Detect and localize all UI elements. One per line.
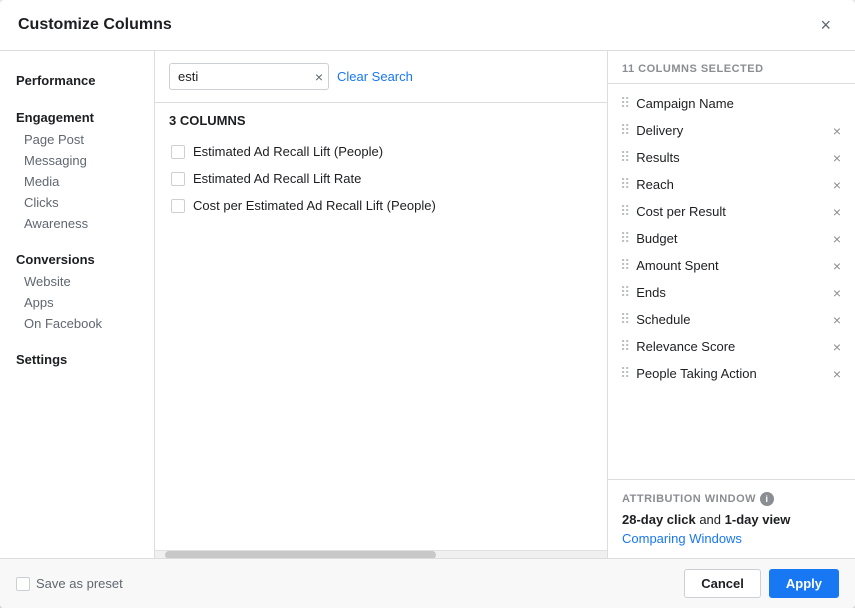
- sidebar-item-apps[interactable]: Apps: [0, 292, 154, 313]
- sidebar-section-engagement[interactable]: Engagement: [0, 104, 154, 129]
- column-checkbox-1[interactable]: [171, 172, 185, 186]
- search-input-wrapper: ×: [169, 63, 329, 90]
- remove-button-9[interactable]: ×: [831, 340, 843, 354]
- close-button[interactable]: ×: [814, 14, 837, 36]
- remove-button-3[interactable]: ×: [831, 178, 843, 192]
- info-icon[interactable]: i: [760, 492, 774, 506]
- list-item: Estimated Ad Recall Lift (People): [169, 138, 593, 165]
- sidebar-item-on-facebook[interactable]: On Facebook: [0, 313, 154, 334]
- attribution-and-text: and: [696, 512, 725, 527]
- selected-item-10: ⠿ People Taking Action ×: [608, 360, 855, 387]
- attribution-header-label: ATTRIBUTION WINDOW: [622, 493, 756, 505]
- sidebar-item-page-post[interactable]: Page Post: [0, 129, 154, 150]
- selected-item-8: ⠿ Schedule ×: [608, 306, 855, 333]
- selected-item-3: ⠿ Reach ×: [608, 171, 855, 198]
- horizontal-scrollbar[interactable]: [155, 550, 607, 558]
- drag-handle-icon[interactable]: ⠿: [620, 257, 630, 274]
- selected-item-5: ⠿ Budget ×: [608, 225, 855, 252]
- modal-footer: Save as preset Cancel Apply: [0, 558, 855, 608]
- right-panel: 11 COLUMNS SELECTED ⠿ Campaign Name ⠿ De…: [607, 51, 855, 558]
- save-preset-label: Save as preset: [36, 576, 123, 591]
- scrollbar-thumb: [165, 551, 436, 558]
- sidebar-section-conversions[interactable]: Conversions: [0, 246, 154, 271]
- attribution-click-text: 28-day click: [622, 512, 696, 527]
- column-checkbox-2[interactable]: [171, 199, 185, 213]
- selected-item-label-1: Delivery: [636, 123, 825, 138]
- footer-buttons: Cancel Apply: [684, 569, 839, 598]
- selected-item-6: ⠿ Amount Spent ×: [608, 252, 855, 279]
- selected-item-2: ⠿ Results ×: [608, 144, 855, 171]
- attribution-view-text: 1-day view: [725, 512, 791, 527]
- selected-item-label-7: Ends: [636, 285, 825, 300]
- selected-list: ⠿ Campaign Name ⠿ Delivery × ⠿ Results ×…: [608, 84, 855, 479]
- comparing-windows-link[interactable]: Comparing Windows: [622, 531, 742, 546]
- save-preset-area: Save as preset: [16, 576, 123, 591]
- selected-item-7: ⠿ Ends ×: [608, 279, 855, 306]
- save-preset-checkbox[interactable]: [16, 577, 30, 591]
- drag-handle-icon[interactable]: ⠿: [620, 365, 630, 382]
- modal-body: Performance Engagement Page Post Messagi…: [0, 51, 855, 558]
- clear-icon[interactable]: ×: [315, 70, 323, 84]
- selected-item-9: ⠿ Relevance Score ×: [608, 333, 855, 360]
- selected-item-label-2: Results: [636, 150, 825, 165]
- selected-item-label-10: People Taking Action: [636, 366, 825, 381]
- selected-item-label-3: Reach: [636, 177, 825, 192]
- selected-item-label-8: Schedule: [636, 312, 825, 327]
- drag-handle-icon[interactable]: ⠿: [620, 338, 630, 355]
- attribution-text: 28-day click and 1-day view: [622, 512, 841, 527]
- selected-item-4: ⠿ Cost per Result ×: [608, 198, 855, 225]
- apply-button[interactable]: Apply: [769, 569, 839, 598]
- remove-button-2[interactable]: ×: [831, 151, 843, 165]
- modal-title: Customize Columns: [18, 16, 172, 34]
- sidebar-item-messaging[interactable]: Messaging: [0, 150, 154, 171]
- remove-button-1[interactable]: ×: [831, 124, 843, 138]
- remove-button-6[interactable]: ×: [831, 259, 843, 273]
- drag-handle-icon[interactable]: ⠿: [620, 230, 630, 247]
- sidebar-item-media[interactable]: Media: [0, 171, 154, 192]
- selected-item-label-6: Amount Spent: [636, 258, 825, 273]
- sidebar-section-settings[interactable]: Settings: [0, 346, 154, 371]
- remove-button-4[interactable]: ×: [831, 205, 843, 219]
- sidebar-item-clicks[interactable]: Clicks: [0, 192, 154, 213]
- selected-item-label-5: Budget: [636, 231, 825, 246]
- selected-item-label-4: Cost per Result: [636, 204, 825, 219]
- sidebar-item-website[interactable]: Website: [0, 271, 154, 292]
- column-checkbox-0[interactable]: [171, 145, 185, 159]
- column-label-0: Estimated Ad Recall Lift (People): [193, 144, 383, 159]
- customize-columns-modal: Customize Columns × Performance Engageme…: [0, 0, 855, 608]
- search-input[interactable]: [169, 63, 329, 90]
- attribution-header: ATTRIBUTION WINDOW i: [622, 492, 841, 506]
- selected-item-1: ⠿ Delivery ×: [608, 117, 855, 144]
- cancel-button[interactable]: Cancel: [684, 569, 761, 598]
- drag-handle-icon[interactable]: ⠿: [620, 203, 630, 220]
- remove-button-5[interactable]: ×: [831, 232, 843, 246]
- remove-button-10[interactable]: ×: [831, 367, 843, 381]
- drag-handle-icon[interactable]: ⠿: [620, 122, 630, 139]
- column-label-1: Estimated Ad Recall Lift Rate: [193, 171, 361, 186]
- sidebar-section-performance[interactable]: Performance: [0, 67, 154, 92]
- selected-item-0: ⠿ Campaign Name: [608, 90, 855, 117]
- modal-header: Customize Columns ×: [0, 0, 855, 51]
- drag-handle-icon[interactable]: ⠿: [620, 284, 630, 301]
- remove-button-8[interactable]: ×: [831, 313, 843, 327]
- remove-button-7[interactable]: ×: [831, 286, 843, 300]
- drag-handle-icon[interactable]: ⠿: [620, 95, 630, 112]
- drag-handle-icon[interactable]: ⠿: [620, 176, 630, 193]
- list-item: Cost per Estimated Ad Recall Lift (Peopl…: [169, 192, 593, 219]
- clear-search-button[interactable]: Clear Search: [337, 69, 413, 84]
- sidebar-item-awareness[interactable]: Awareness: [0, 213, 154, 234]
- drag-handle-icon[interactable]: ⠿: [620, 311, 630, 328]
- list-item: Estimated Ad Recall Lift Rate: [169, 165, 593, 192]
- selected-item-label-9: Relevance Score: [636, 339, 825, 354]
- columns-count: 3 COLUMNS: [155, 103, 607, 134]
- attribution-section: ATTRIBUTION WINDOW i 28-day click and 1-…: [608, 479, 855, 558]
- selected-item-label-0: Campaign Name: [636, 96, 843, 111]
- sidebar: Performance Engagement Page Post Messagi…: [0, 51, 155, 558]
- column-label-2: Cost per Estimated Ad Recall Lift (Peopl…: [193, 198, 436, 213]
- middle-panel: × Clear Search 3 COLUMNS Estimated Ad Re…: [155, 51, 607, 558]
- selected-header: 11 COLUMNS SELECTED: [608, 51, 855, 84]
- drag-handle-icon[interactable]: ⠿: [620, 149, 630, 166]
- columns-list: Estimated Ad Recall Lift (People) Estima…: [155, 134, 607, 550]
- search-bar: × Clear Search: [155, 51, 607, 103]
